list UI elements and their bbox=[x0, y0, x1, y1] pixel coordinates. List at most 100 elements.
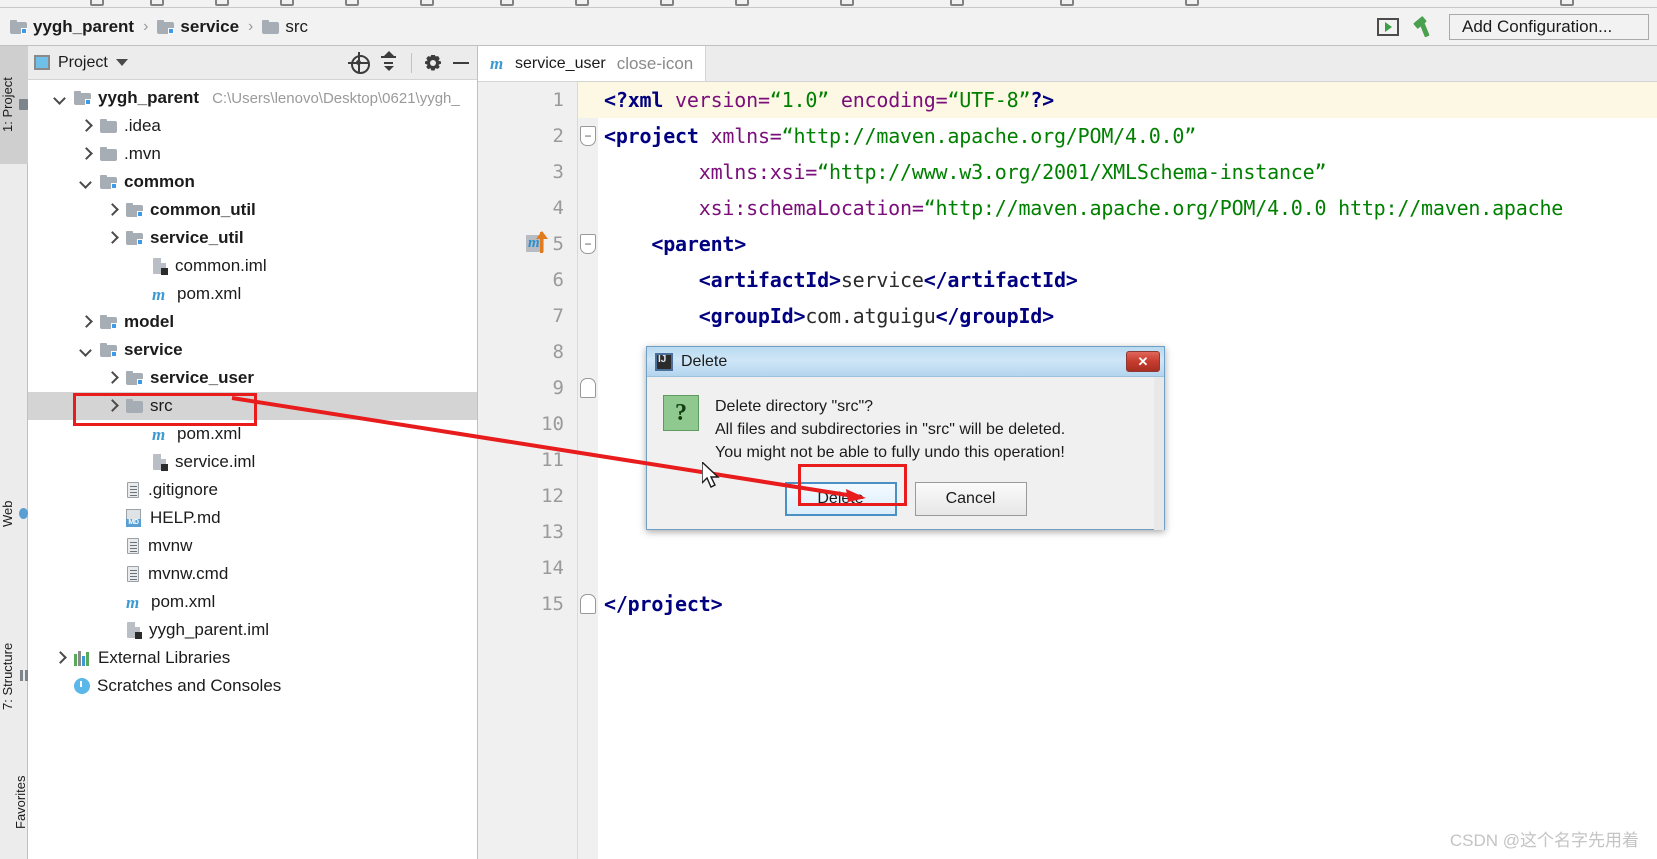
dialog-button-row: Delete Cancel bbox=[647, 482, 1164, 516]
code-line: 15 </project> bbox=[478, 586, 1657, 622]
tree-row[interactable]: .gitignore bbox=[28, 476, 477, 504]
tree-row-label: pom.xml bbox=[177, 284, 242, 303]
folder-icon bbox=[100, 119, 117, 133]
tree-arrow-spacer bbox=[131, 455, 145, 469]
chevron-down-icon[interactable] bbox=[79, 343, 93, 357]
folder-module-icon bbox=[100, 315, 117, 329]
tree-row-label: .gitignore bbox=[148, 480, 218, 499]
code-token: “http://maven.apache.org/POM/4.0.0” bbox=[781, 124, 1197, 148]
sidebar-item-structure[interactable]: 7: Structure bbox=[0, 611, 28, 741]
question-icon: ? bbox=[663, 395, 699, 431]
tree-row-label: External Libraries bbox=[98, 648, 231, 667]
line-number: 2 bbox=[552, 125, 564, 147]
watermark: CSDN @这个名字先用着 bbox=[1449, 831, 1639, 850]
iml-file-icon bbox=[152, 453, 168, 471]
tree-row[interactable]: service.iml bbox=[28, 448, 477, 476]
editor-tab-label: service_user bbox=[515, 54, 606, 72]
code-text: xmlns:xsi=“http://www.w3.org/2001/XMLSch… bbox=[604, 160, 1327, 184]
breadcrumb-item-service[interactable]: service bbox=[157, 17, 239, 37]
sidebar-item-project[interactable]: 1: Project bbox=[0, 46, 28, 164]
tree-row[interactable]: common.iml bbox=[28, 252, 477, 280]
chevron-right-icon[interactable] bbox=[105, 399, 119, 413]
tree-row[interactable]: m pom.xml bbox=[28, 280, 477, 308]
gear-icon[interactable] bbox=[423, 53, 443, 73]
chevron-right-icon[interactable] bbox=[105, 231, 119, 245]
minimize-icon[interactable] bbox=[451, 53, 471, 73]
folder-module-icon bbox=[126, 203, 143, 217]
chevron-right-icon[interactable] bbox=[79, 119, 93, 133]
breadcrumb-item-src[interactable]: src bbox=[262, 17, 308, 37]
tree-row[interactable]: service_user bbox=[28, 364, 477, 392]
tree-row[interactable]: Scratches and Consoles bbox=[28, 672, 477, 700]
tree-row[interactable]: yygh_parent.iml bbox=[28, 616, 477, 644]
tree-row[interactable]: .mvn bbox=[28, 140, 477, 168]
chevron-right-icon[interactable] bbox=[53, 651, 67, 665]
line-number: 14 bbox=[541, 557, 564, 579]
dialog-title-bar: Delete ✕ bbox=[647, 347, 1164, 377]
chevron-down-icon[interactable] bbox=[115, 59, 128, 66]
dialog-message-line: All files and subdirectories in "src" wi… bbox=[715, 421, 1066, 439]
maven-update-icon[interactable]: m bbox=[526, 231, 548, 255]
run-icon[interactable] bbox=[1377, 18, 1399, 36]
text-file-icon bbox=[126, 565, 141, 583]
tree-row[interactable]: service bbox=[28, 336, 477, 364]
maven-file-icon: m bbox=[126, 592, 140, 612]
tree-row[interactable]: mvnw bbox=[28, 532, 477, 560]
tree-row-label: common bbox=[124, 172, 195, 191]
tree-row[interactable]: m pom.xml bbox=[28, 420, 477, 448]
chevron-right-icon[interactable] bbox=[79, 147, 93, 161]
fold-collapse-icon[interactable]: − bbox=[580, 126, 596, 146]
dialog-message-line: Delete directory "src"? bbox=[715, 398, 874, 415]
line-number: 3 bbox=[552, 161, 564, 183]
fold-collapse-icon[interactable]: − bbox=[580, 234, 596, 254]
tree-arrow-spacer bbox=[105, 567, 119, 581]
code-token: version= bbox=[663, 88, 770, 112]
code-line: 1 <?xml version=“1.0” encoding=“UTF-8”?> bbox=[478, 82, 1657, 118]
tree-row[interactable]: src bbox=[28, 392, 477, 420]
breadcrumb-item-yygh_parent[interactable]: yygh_parent bbox=[10, 17, 134, 37]
web-globe-icon bbox=[19, 508, 28, 520]
sidebar-item-label: 1: Project bbox=[0, 77, 15, 133]
close-icon[interactable]: ✕ bbox=[1126, 351, 1160, 372]
sidebar-item-favorites[interactable]: Favorites bbox=[0, 746, 28, 859]
chevron-down-icon[interactable] bbox=[53, 91, 67, 105]
code-line: 6 <artifactId>service</artifactId> bbox=[478, 262, 1657, 298]
fold-end-icon[interactable] bbox=[580, 378, 596, 398]
chevron-right-icon[interactable] bbox=[79, 315, 93, 329]
tree-row[interactable]: common bbox=[28, 168, 477, 196]
iml-file-icon bbox=[152, 257, 168, 275]
close-icon[interactable]: close-icon bbox=[617, 54, 694, 74]
code-text: <parent> bbox=[604, 232, 746, 256]
fold-end-icon[interactable] bbox=[580, 594, 596, 614]
sidebar-item-web[interactable]: Web bbox=[0, 476, 28, 552]
editor-tab-service_user[interactable]: m service_user close-icon bbox=[478, 46, 707, 81]
add-configuration-button[interactable]: Add Configuration... bbox=[1449, 14, 1649, 40]
project-folder-icon bbox=[19, 99, 28, 111]
dialog-scrollbar[interactable] bbox=[1154, 377, 1164, 530]
code-token: encoding= bbox=[829, 88, 948, 112]
locate-icon[interactable] bbox=[348, 51, 370, 74]
tree-row-label: HELP.md bbox=[150, 508, 221, 527]
build-hammer-icon[interactable] bbox=[1413, 15, 1435, 38]
tree-row-label: mvnw bbox=[148, 536, 193, 555]
tree-row[interactable]: yygh_parent C:\Users\lenovo\Desktop\0621\… bbox=[28, 84, 477, 112]
toolbar-strip-clipped bbox=[0, 0, 1657, 8]
chevron-right-icon[interactable] bbox=[105, 203, 119, 217]
tree-row[interactable]: .idea bbox=[28, 112, 477, 140]
dialog-title: Delete bbox=[681, 352, 728, 370]
collapse-all-icon[interactable] bbox=[378, 50, 400, 74]
tree-row[interactable]: External Libraries bbox=[28, 644, 477, 672]
tree-row[interactable]: m pom.xml bbox=[28, 588, 477, 616]
line-number: 10 bbox=[541, 413, 564, 435]
dialog-body: ? Delete directory "src"? All files and … bbox=[647, 377, 1164, 530]
tree-row[interactable]: service_util bbox=[28, 224, 477, 252]
delete-dialog: Delete ✕ ? Delete directory "src"? All f… bbox=[646, 346, 1165, 530]
chevron-down-icon[interactable] bbox=[79, 175, 93, 189]
cancel-button[interactable]: Cancel bbox=[914, 482, 1027, 516]
chevron-right-icon[interactable] bbox=[105, 371, 119, 385]
tree-row[interactable]: MD HELP.md bbox=[28, 504, 477, 532]
tree-row[interactable]: mvnw.cmd bbox=[28, 560, 477, 588]
tree-row[interactable]: model bbox=[28, 308, 477, 336]
tree-row[interactable]: common_util bbox=[28, 196, 477, 224]
delete-button[interactable]: Delete bbox=[784, 482, 897, 516]
